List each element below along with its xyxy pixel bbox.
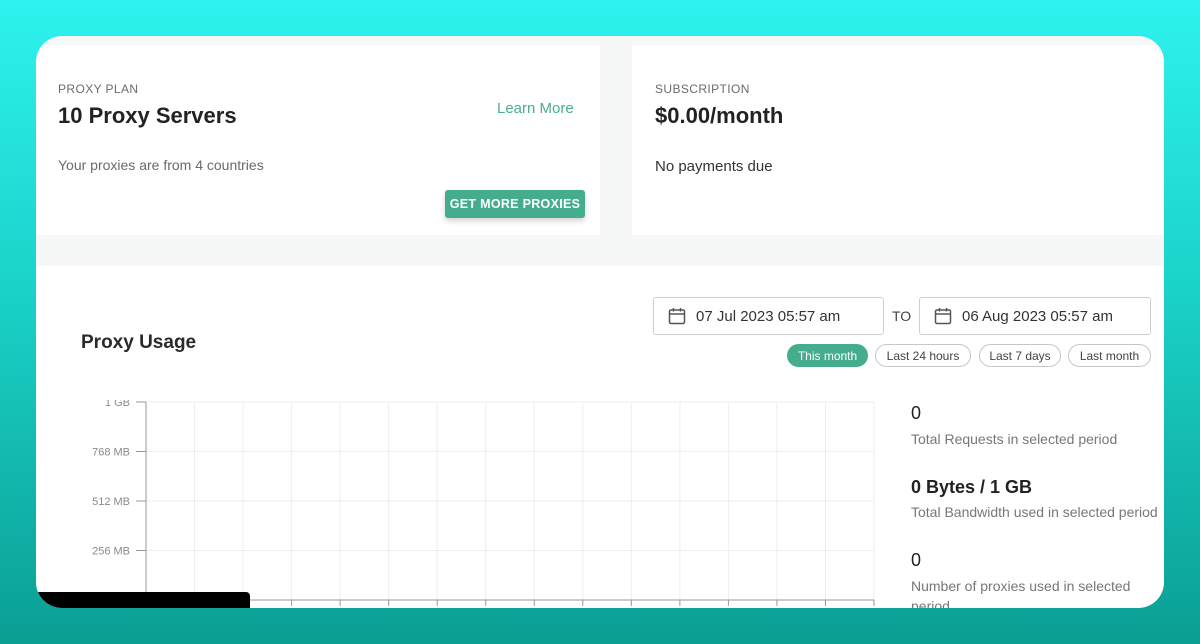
proxy-plan-label: PROXY PLAN [58, 82, 139, 96]
total-requests-value: 0 [911, 403, 922, 423]
calendar-icon [668, 308, 686, 325]
to-date-value: 06 Aug 2023 05:57 am [962, 307, 1113, 325]
chart-y-tick-label: 1 GB [105, 400, 130, 409]
overlay-bar [36, 592, 250, 608]
proxy-plan-title: 10 Proxy Servers [58, 103, 237, 128]
range-chip-last-month[interactable]: Last month [1068, 344, 1151, 367]
payment-status: No payments due [655, 158, 773, 175]
proxies-used-label: Number of proxies used in selected perio… [911, 578, 1131, 608]
range-chip-this-month[interactable]: This month [787, 344, 868, 367]
date-range-separator: TO [892, 308, 912, 324]
proxy-usage-title: Proxy Usage [81, 332, 197, 353]
proxy-usage-chart: 1 GB 768 MB 512 MB 256 MB [92, 400, 875, 606]
chart-y-tick-label: 768 MB [92, 447, 130, 459]
proxy-plan-card: PROXY PLAN 10 Proxy Servers Your proxies… [36, 45, 600, 235]
to-date-input[interactable]: 06 Aug 2023 05:57 am [919, 297, 1151, 335]
chart-y-tick-label: 512 MB [92, 496, 130, 508]
subscription-label: SUBSCRIPTION [655, 82, 750, 96]
get-more-proxies-button[interactable]: GET MORE PROXIES [445, 190, 585, 218]
chart-y-tick-label: 256 MB [92, 546, 130, 558]
from-date-input[interactable]: 07 Jul 2023 05:57 am [653, 297, 884, 335]
subscription-price: $0.00/month [655, 103, 784, 128]
calendar-icon [934, 308, 952, 325]
learn-more-link[interactable]: Learn More [497, 100, 574, 117]
total-bandwidth-label: Total Bandwidth used in selected period [911, 504, 1158, 520]
total-bandwidth-value: 0 Bytes / 1 GB [911, 477, 1033, 497]
range-chip-last-7-days[interactable]: Last 7 days [979, 344, 1061, 367]
proxy-usage-card: Proxy Usage 07 Jul 2023 05:57 am TO 06 A… [36, 266, 1164, 608]
subscription-card: SUBSCRIPTION $0.00/month No payments due [632, 45, 1164, 235]
total-requests-label: Total Requests in selected period [911, 431, 1118, 447]
proxy-plan-description: Your proxies are from 4 countries [58, 157, 264, 173]
proxies-used-value: 0 [911, 550, 922, 570]
dashboard-frame: PROXY PLAN 10 Proxy Servers Your proxies… [36, 36, 1164, 608]
from-date-value: 07 Jul 2023 05:57 am [696, 307, 841, 325]
range-chip-last-24-hours[interactable]: Last 24 hours [875, 344, 971, 367]
